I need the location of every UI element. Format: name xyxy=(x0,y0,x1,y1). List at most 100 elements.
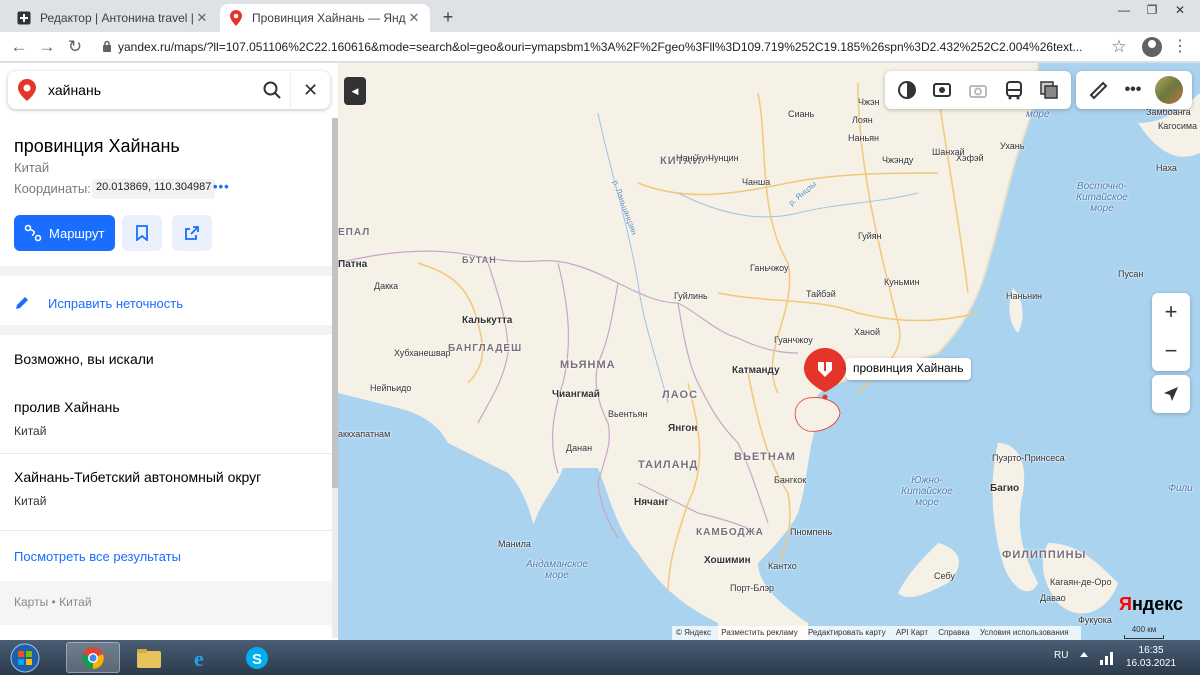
browser-menu-icon[interactable]: ⋮ xyxy=(1170,36,1190,56)
start-button[interactable] xyxy=(4,641,46,674)
coords-value[interactable]: 20.013869, 110.304987 xyxy=(92,179,216,199)
clock-time: 16:35 xyxy=(1138,645,1164,656)
breadcrumb-item[interactable]: Карты xyxy=(14,595,48,609)
marker-label[interactable]: провинция Хайнань xyxy=(846,358,971,380)
scale-label: 400 км xyxy=(1131,625,1157,634)
layers-icon[interactable] xyxy=(1038,79,1060,101)
bookmark-button[interactable] xyxy=(122,215,162,251)
map-label-city: Сиань xyxy=(788,109,815,119)
suggestion-title[interactable]: Хайнань-Тибетский автономный округ xyxy=(14,469,261,485)
ruler-icon[interactable] xyxy=(1085,77,1111,103)
map-label-city: Гуйян xyxy=(858,231,882,241)
sidebar: хайнань ✕ провинция Хайнань Китай Коорди… xyxy=(0,63,338,640)
map-canvas[interactable]: КИТАЙ БУТАН БАНГЛАДЕШ МЬЯНМА ЛАОС ТАИЛАН… xyxy=(338,63,1200,640)
yandex-logo: Яндекс xyxy=(1119,594,1184,614)
profile-avatar-icon[interactable] xyxy=(1142,37,1162,57)
browser-tab-editor[interactable]: Редактор | Антонина travel | Янд ✕ xyxy=(8,4,218,32)
address-bar[interactable]: yandex.ru/maps/?ll=107.051106%2C22.16061… xyxy=(96,35,1136,59)
map-label-city: Наха xyxy=(1156,163,1177,173)
lock-icon xyxy=(102,40,112,55)
coords-label: Координаты: xyxy=(14,181,91,196)
edit-map-link[interactable]: Редактировать карту xyxy=(808,628,886,637)
map-label-sea: море xyxy=(1026,109,1050,120)
terms-link[interactable]: Условия использования xyxy=(980,628,1069,637)
collapse-sidebar-button[interactable]: ◀ xyxy=(344,77,366,105)
back-icon[interactable]: ← xyxy=(8,36,30,58)
internet-explorer-icon: e xyxy=(194,646,204,670)
place-country: Китай xyxy=(14,160,50,175)
share-button[interactable] xyxy=(172,215,212,251)
search-input[interactable]: хайнань xyxy=(48,82,254,98)
maximize-icon[interactable]: ❐ xyxy=(1138,0,1166,20)
map-label-city: Янгон xyxy=(668,423,698,434)
forward-icon[interactable]: → xyxy=(36,36,58,58)
map-label-city: Дакка xyxy=(374,281,399,291)
close-window-icon[interactable]: ✕ xyxy=(1166,0,1194,20)
all-results-link[interactable]: Посмотреть все результаты xyxy=(14,549,181,564)
taskbar-skype[interactable]: S xyxy=(230,642,284,673)
zoom-in-button[interactable]: + xyxy=(1152,293,1190,332)
map-label-city: Пусан xyxy=(1118,269,1144,279)
breadcrumb-item[interactable]: Китай xyxy=(59,595,91,609)
taskbar-ie[interactable]: e xyxy=(176,642,230,673)
location-arrow-icon xyxy=(1164,387,1178,401)
more-options-icon[interactable]: ••• xyxy=(1120,77,1146,103)
scale-bar xyxy=(1124,635,1164,639)
map-label-city: Чиангмай xyxy=(552,389,600,400)
fix-inaccuracy-link[interactable]: Исправить неточность xyxy=(14,295,183,311)
url-text: yandex.ru/maps/?ll=107.051106%2C22.16061… xyxy=(118,40,1083,54)
camera-icon[interactable] xyxy=(967,79,989,101)
suggestion-country: Китай xyxy=(14,424,47,438)
api-link[interactable]: API Карт xyxy=(896,628,928,637)
minimize-icon[interactable]: — xyxy=(1110,0,1138,20)
map-label-city: Пуэрто-Принсеса xyxy=(992,453,1065,463)
map-label-city: Хошимин xyxy=(704,555,751,566)
help-link[interactable]: Справка xyxy=(938,628,969,637)
reload-icon[interactable]: ↻ xyxy=(64,36,86,58)
close-icon[interactable]: ✕ xyxy=(290,72,330,108)
system-clock[interactable]: 16:35 16.03.2021 xyxy=(1126,644,1176,670)
map-scale: 400 км xyxy=(1124,625,1164,639)
map-label-city: Кантхо xyxy=(768,561,797,571)
search-box[interactable]: хайнань ✕ xyxy=(8,71,330,109)
map-label-city: Себу xyxy=(934,571,955,581)
map-pin-icon xyxy=(228,10,244,26)
advertise-link[interactable]: Разместить рекламу xyxy=(721,628,797,637)
taskbar-explorer[interactable] xyxy=(122,642,176,673)
zoom-out-button[interactable]: − xyxy=(1152,332,1190,371)
close-tab-icon[interactable]: ✕ xyxy=(194,10,210,26)
language-indicator[interactable]: RU xyxy=(1054,650,1068,661)
map-label-city: Нейпьидо xyxy=(370,383,412,393)
share-icon xyxy=(185,226,199,240)
map-label-east-china-sea: Восточно-Китайское море xyxy=(1076,181,1128,214)
map-label-bangladesh: БАНГЛАДЕШ xyxy=(448,343,523,354)
browser-tab-maps[interactable]: Провинция Хайнань — Яндекс.К ✕ xyxy=(220,4,430,32)
chrome-icon xyxy=(82,646,104,669)
suggestion-title[interactable]: пролив Хайнань xyxy=(14,399,120,415)
svg-text:e: e xyxy=(194,646,204,670)
geolocation-button[interactable] xyxy=(1152,375,1190,413)
windows-logo-icon xyxy=(10,643,40,672)
new-tab-button[interactable]: + xyxy=(436,6,460,30)
map-marker-icon[interactable] xyxy=(804,348,846,400)
bookmark-star-icon[interactable]: ☆ xyxy=(1108,36,1130,58)
panorama-icon[interactable] xyxy=(931,79,953,101)
taskbar-chrome[interactable] xyxy=(66,642,120,673)
map-label-city: Кагосима xyxy=(1158,121,1198,131)
tray-arrow-icon[interactable] xyxy=(1078,650,1090,664)
route-button[interactable]: Маршрут xyxy=(14,215,115,251)
map-tools-toolbar: ••• xyxy=(1076,71,1192,109)
network-icon[interactable] xyxy=(1098,650,1114,666)
user-avatar[interactable] xyxy=(1155,76,1184,104)
map-label-city: Хубханешвар xyxy=(394,348,451,358)
map-label-city: Наньчун xyxy=(676,153,711,163)
traffic-icon[interactable] xyxy=(896,79,918,101)
bus-icon[interactable] xyxy=(1003,79,1025,101)
tab-title: Провинция Хайнань — Яндекс.К xyxy=(252,11,406,25)
close-tab-icon[interactable]: ✕ xyxy=(406,10,422,26)
folder-icon xyxy=(137,648,161,668)
search-icon[interactable] xyxy=(254,72,290,108)
map-label-city: Чунцин xyxy=(708,153,739,163)
more-icon[interactable]: ••• xyxy=(213,179,230,194)
map-copyright-bar: © Яндекс Разместить рекламу Редактироват… xyxy=(672,626,1081,640)
